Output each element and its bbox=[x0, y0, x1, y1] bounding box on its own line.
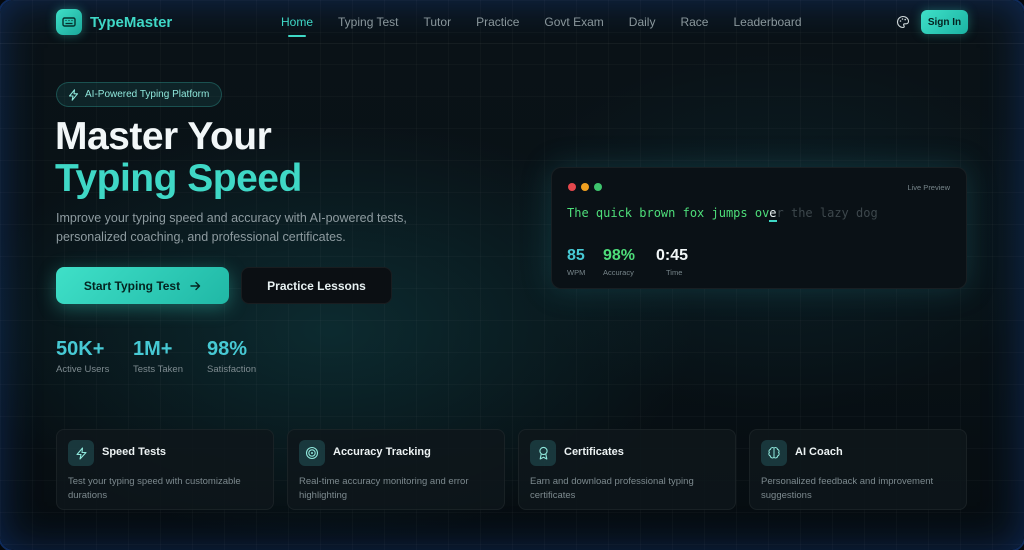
page-frame: TypeMaster Home Typing Test Tutor Practi… bbox=[0, 0, 1024, 550]
nav-item-home[interactable]: Home bbox=[281, 15, 313, 37]
feature-title: AI Coach bbox=[795, 446, 843, 458]
nav-item-leaderboard[interactable]: Leaderboard bbox=[733, 15, 801, 29]
preview-stat-wpm: 85 WPM bbox=[567, 247, 585, 277]
stat-label: Active Users bbox=[56, 364, 110, 375]
feature-card-speed-tests[interactable]: Speed Tests Test your typing speed with … bbox=[56, 429, 274, 510]
keyboard-icon bbox=[56, 9, 82, 35]
award-icon bbox=[530, 440, 556, 466]
preview-stat-value: 85 bbox=[567, 247, 585, 264]
lightning-icon bbox=[68, 89, 79, 101]
nav-menu: Home Typing Test Tutor Practice Govt Exa… bbox=[281, 15, 827, 37]
live-preview-panel: Live Preview The quick brown fox jumps o… bbox=[551, 167, 967, 289]
stat-satisfaction: 98% Satisfaction bbox=[207, 338, 256, 375]
start-typing-test-button[interactable]: Start Typing Test bbox=[56, 267, 229, 304]
feature-desc: Earn and download professional typing ce… bbox=[530, 476, 694, 501]
feature-title: Accuracy Tracking bbox=[333, 446, 431, 458]
feature-title: Certificates bbox=[564, 446, 624, 458]
brain-icon bbox=[761, 440, 787, 466]
stat-tests-taken: 1M+ Tests Taken bbox=[133, 338, 183, 375]
window-dot-red bbox=[568, 183, 576, 191]
feature-card-accuracy-tracking[interactable]: Accuracy Tracking Real-time accuracy mon… bbox=[287, 429, 505, 510]
feature-desc: Real-time accuracy monitoring and error … bbox=[299, 476, 469, 501]
stat-value: 98% bbox=[207, 338, 248, 360]
hero-title-line1: Master Your bbox=[55, 115, 272, 158]
nav-item-race[interactable]: Race bbox=[680, 15, 708, 29]
hero-badge: AI-Powered Typing Platform bbox=[56, 82, 223, 107]
top-nav: TypeMaster Home Typing Test Tutor Practi… bbox=[0, 0, 1024, 44]
preview-stat-accuracy: 98% Accuracy bbox=[603, 247, 635, 277]
window-dot-green bbox=[594, 183, 602, 191]
feature-card-certificates[interactable]: Certificates Earn and download professio… bbox=[518, 429, 736, 510]
hero-title-line2: Typing Speed bbox=[55, 157, 302, 200]
lightning-icon bbox=[68, 440, 94, 466]
stat-label: Satisfaction bbox=[207, 364, 257, 375]
feature-card-ai-coach[interactable]: AI Coach Personalized feedback and impro… bbox=[749, 429, 967, 510]
preview-stat-label: WPM bbox=[567, 268, 586, 277]
hero-subtitle: Improve your typing speed and accuracy w… bbox=[56, 211, 407, 244]
practice-lessons-button[interactable]: Practice Lessons bbox=[241, 267, 392, 304]
remaining-text: r the lazy dog bbox=[776, 206, 878, 220]
typing-preview-text: The quick brown fox jumps over the lazy … bbox=[567, 206, 878, 222]
sign-in-button[interactable]: Sign In bbox=[921, 10, 968, 34]
nav-item-tutor[interactable]: Tutor bbox=[424, 15, 452, 29]
brand-logo[interactable]: TypeMaster bbox=[56, 9, 172, 35]
preview-stat-label: Accuracy bbox=[603, 268, 634, 277]
nav-item-govt-exam[interactable]: Govt Exam bbox=[544, 15, 603, 29]
brand-name: TypeMaster bbox=[90, 13, 173, 31]
live-preview-label: Live Preview bbox=[907, 183, 950, 192]
stat-active-users: 50K+ Active Users bbox=[56, 338, 109, 375]
preview-stat-value: 0:45 bbox=[656, 247, 689, 264]
stat-value: 50K+ bbox=[56, 338, 105, 360]
preview-stat-label: Time bbox=[666, 268, 683, 277]
stat-value: 1M+ bbox=[133, 338, 173, 360]
palette-icon[interactable] bbox=[896, 15, 910, 29]
nav-item-typing-test[interactable]: Typing Test bbox=[338, 15, 398, 29]
hero-badge-text: AI-Powered Typing Platform bbox=[85, 89, 210, 100]
nav-item-daily[interactable]: Daily bbox=[629, 15, 656, 29]
preview-stat-time: 0:45 Time bbox=[656, 247, 688, 277]
feature-title: Speed Tests bbox=[102, 446, 166, 458]
stat-label: Tests Taken bbox=[133, 364, 183, 375]
preview-stat-value: 98% bbox=[603, 247, 636, 264]
typed-text: The quick brown fox jumps ov bbox=[567, 206, 770, 220]
target-icon bbox=[299, 440, 325, 466]
feature-desc: Personalized feedback and improvement su… bbox=[761, 476, 934, 501]
current-char: e bbox=[769, 206, 777, 222]
nav-item-practice[interactable]: Practice bbox=[476, 15, 519, 29]
arrow-right-icon bbox=[190, 281, 201, 290]
feature-desc: Test your typing speed with customizable… bbox=[68, 476, 241, 501]
window-dot-yellow bbox=[581, 183, 589, 191]
start-typing-test-label: Start Typing Test bbox=[83, 278, 181, 293]
